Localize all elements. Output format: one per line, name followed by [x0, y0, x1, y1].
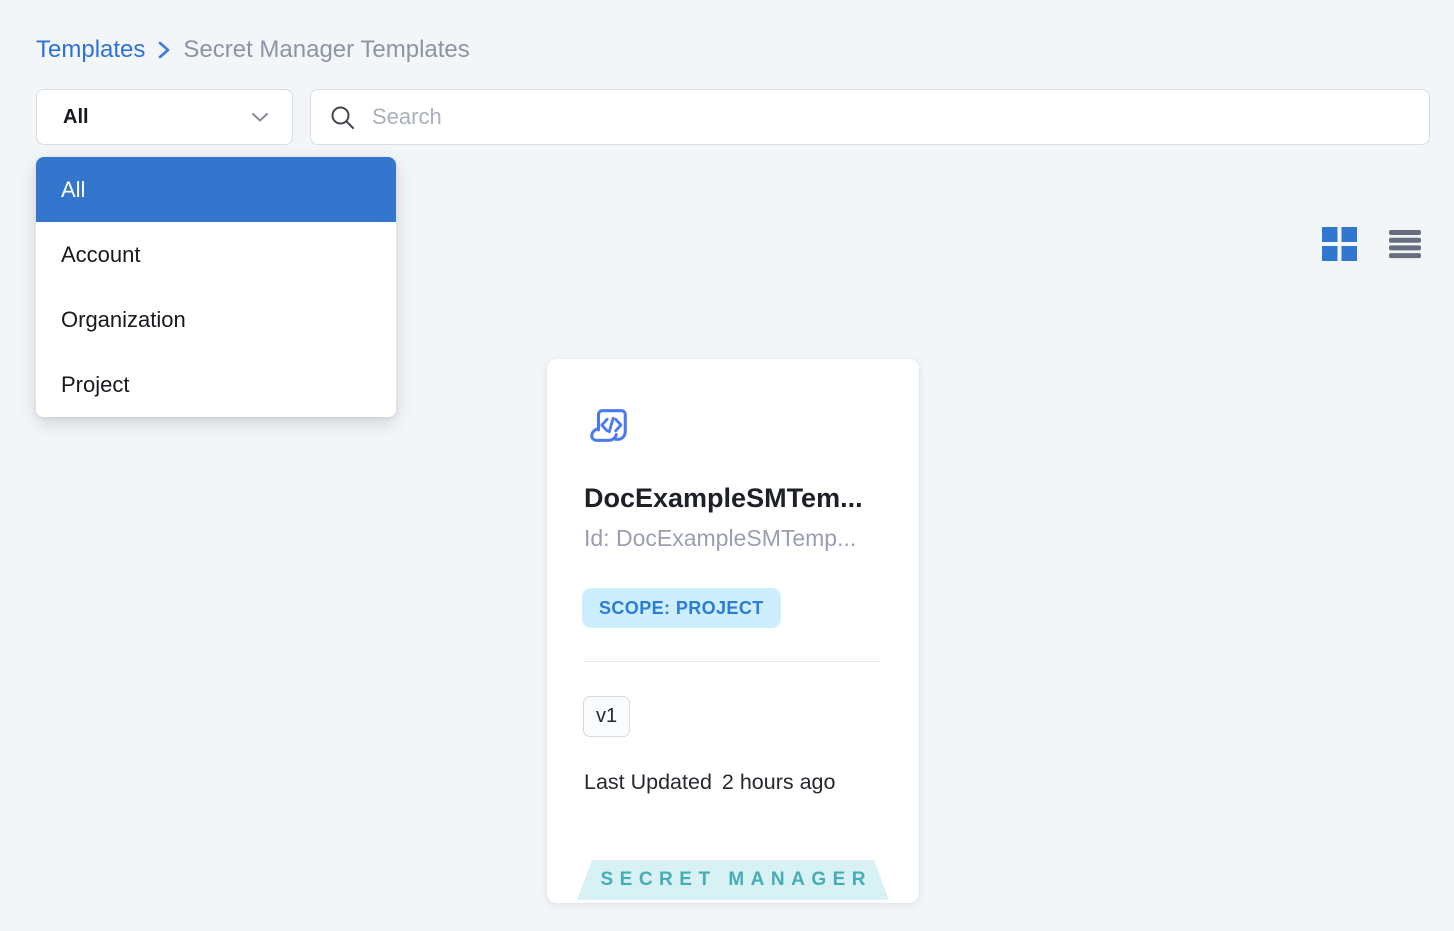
scope-filter-value: All	[63, 106, 89, 129]
scope-filter-select[interactable]: All	[36, 89, 293, 145]
breadcrumb-current: Secret Manager Templates	[183, 36, 469, 64]
scope-badge: SCOPE: PROJECT	[582, 588, 781, 628]
template-title: DocExampleSMTem...	[584, 483, 884, 514]
template-type-label: SECRET MANAGER	[594, 869, 872, 891]
scope-filter-menu: All Account Organization Project	[36, 157, 396, 417]
last-updated-label: Last Updated	[584, 770, 712, 795]
grid-view-icon[interactable]	[1321, 226, 1358, 262]
version-chip: v1	[583, 696, 630, 737]
secret-manager-templates-page: Templates Secret Manager Templates All A…	[0, 0, 1454, 931]
menu-item-all[interactable]: All	[36, 157, 396, 222]
breadcrumb-link-templates[interactable]: Templates	[36, 36, 145, 64]
list-view-icon[interactable]	[1388, 228, 1422, 260]
breadcrumb: Templates Secret Manager Templates	[36, 36, 470, 64]
view-toggle	[1321, 226, 1422, 262]
breadcrumb-chevron-icon	[155, 39, 173, 61]
menu-item-project[interactable]: Project	[36, 352, 396, 417]
chevron-down-icon	[250, 110, 270, 124]
last-updated: Last Updated 2 hours ago	[584, 770, 835, 795]
menu-item-account[interactable]: Account	[36, 222, 396, 287]
card-divider	[583, 661, 881, 662]
template-script-icon	[587, 403, 631, 454]
template-id: Id: DocExampleSMTemp...	[584, 525, 886, 552]
last-updated-value: 2 hours ago	[722, 770, 836, 795]
search-bar	[310, 89, 1430, 145]
menu-item-organization[interactable]: Organization	[36, 287, 396, 352]
template-type-ribbon: SECRET MANAGER	[577, 860, 889, 900]
search-input[interactable]	[372, 104, 1411, 130]
template-card[interactable]: DocExampleSMTem... Id: DocExampleSMTemp.…	[547, 359, 919, 903]
search-icon	[329, 104, 356, 131]
